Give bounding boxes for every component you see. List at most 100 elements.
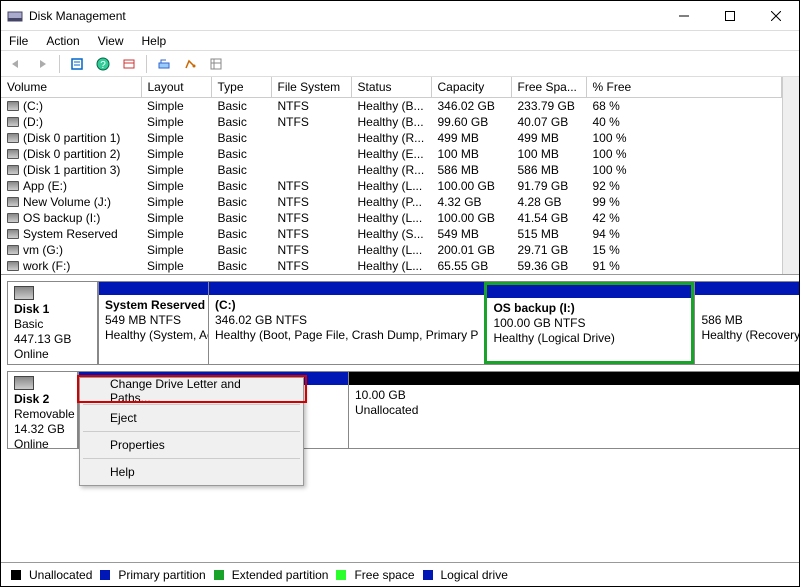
cell-status: Healthy (S...	[351, 226, 431, 242]
menu-file[interactable]: File	[7, 33, 30, 49]
cell-volume: vm (G:)	[23, 243, 63, 257]
action-icon-1[interactable]	[153, 54, 175, 74]
disk1-part-osbackup[interactable]: OS backup (I:) 100.00 GB NTFS Healthy (L…	[484, 282, 694, 364]
forward-icon[interactable]	[31, 54, 53, 74]
disk1-state: Online	[14, 347, 49, 361]
disk1-part-recovery[interactable]: 586 MB Healthy (Recovery Part	[694, 282, 799, 364]
legend-logical: Logical drive	[441, 568, 508, 582]
cell-free: 91.79 GB	[511, 178, 586, 194]
col-status[interactable]: Status	[351, 77, 431, 98]
cell-fs: NTFS	[271, 258, 351, 274]
cell-status: Healthy (L...	[351, 210, 431, 226]
volume-icon	[7, 197, 19, 207]
action-icon-2[interactable]	[179, 54, 201, 74]
disk1-header[interactable]: Disk 1 Basic 447.13 GB Online	[8, 282, 98, 364]
cell-pct: 100 %	[586, 146, 782, 162]
ctx-properties[interactable]: Properties	[82, 434, 301, 456]
disk-icon	[14, 286, 34, 300]
table-row[interactable]: New Volume (J:)SimpleBasicNTFSHealthy (P…	[1, 194, 782, 210]
col-layout[interactable]: Layout	[141, 77, 211, 98]
menu-view[interactable]: View	[96, 33, 126, 49]
col-freespace[interactable]: Free Spa...	[511, 77, 586, 98]
cell-type: Basic	[211, 98, 271, 115]
window-title: Disk Management	[29, 9, 126, 23]
cell-pct: 40 %	[586, 114, 782, 130]
cell-type: Basic	[211, 162, 271, 178]
refresh-icon[interactable]	[66, 54, 88, 74]
cell-fs: NTFS	[271, 210, 351, 226]
col-volume[interactable]: Volume	[1, 77, 141, 98]
ctx-help[interactable]: Help	[82, 461, 301, 483]
cell-fs: NTFS	[271, 178, 351, 194]
table-row[interactable]: OS backup (I:)SimpleBasicNTFSHealthy (L.…	[1, 210, 782, 226]
cell-pct: 100 %	[586, 162, 782, 178]
legend-extended: Extended partition	[232, 568, 329, 582]
cell-type: Basic	[211, 114, 271, 130]
volume-icon	[7, 261, 19, 271]
cell-pct: 42 %	[586, 210, 782, 226]
disk1-part-sysres[interactable]: System Reserved 549 MB NTFS Healthy (Sys…	[98, 282, 208, 364]
table-row[interactable]: App (E:)SimpleBasicNTFSHealthy (L...100.…	[1, 178, 782, 194]
swatch-freespace-icon	[336, 570, 346, 580]
volume-icon	[7, 133, 19, 143]
back-icon[interactable]	[5, 54, 27, 74]
minimize-button[interactable]	[661, 1, 707, 31]
volume-icon	[7, 229, 19, 239]
table-row[interactable]: (D:)SimpleBasicNTFSHealthy (B...99.60 GB…	[1, 114, 782, 130]
table-row[interactable]: (C:)SimpleBasicNTFSHealthy (B...346.02 G…	[1, 98, 782, 115]
cell-capacity: 499 MB	[431, 130, 511, 146]
cell-pct: 100 %	[586, 130, 782, 146]
menu-help[interactable]: Help	[140, 33, 169, 49]
menu-action[interactable]: Action	[44, 33, 81, 49]
cell-layout: Simple	[141, 146, 211, 162]
legend: Unallocated Primary partition Extended p…	[1, 562, 799, 586]
part-size: 346.02 GB NTFS	[215, 313, 307, 327]
cell-status: Healthy (R...	[351, 162, 431, 178]
cell-volume: (Disk 0 partition 1)	[23, 131, 120, 145]
cell-free: 586 MB	[511, 162, 586, 178]
col-pctfree[interactable]: % Free	[586, 77, 782, 98]
help-icon[interactable]: ?	[92, 54, 114, 74]
swatch-unallocated-icon	[11, 570, 21, 580]
cell-capacity: 4.32 GB	[431, 194, 511, 210]
table-row[interactable]: (Disk 0 partition 2)SimpleBasicHealthy (…	[1, 146, 782, 162]
cell-capacity: 100 MB	[431, 146, 511, 162]
close-button[interactable]	[753, 1, 799, 31]
app-icon	[7, 8, 23, 24]
ctx-eject[interactable]: Eject	[82, 407, 301, 429]
col-capacity[interactable]: Capacity	[431, 77, 511, 98]
ctx-change-drive-letter[interactable]: Change Drive Letter and Paths...	[82, 380, 301, 402]
cell-layout: Simple	[141, 210, 211, 226]
table-row[interactable]: work (F:)SimpleBasicNTFSHealthy (L...65.…	[1, 258, 782, 274]
table-row[interactable]: (Disk 0 partition 1)SimpleBasicHealthy (…	[1, 130, 782, 146]
cell-type: Basic	[211, 258, 271, 274]
cell-type: Basic	[211, 242, 271, 258]
table-row[interactable]: (Disk 1 partition 3)SimpleBasicHealthy (…	[1, 162, 782, 178]
col-type[interactable]: Type	[211, 77, 271, 98]
disk2-type: Removable	[14, 407, 75, 421]
disk1-part-c[interactable]: (C:) 346.02 GB NTFS Healthy (Boot, Page …	[208, 282, 484, 364]
disk2-header[interactable]: Disk 2 Removable 14.32 GB Online	[8, 372, 78, 448]
cell-free: 59.36 GB	[511, 258, 586, 274]
col-filesystem[interactable]: File System	[271, 77, 351, 98]
cell-capacity: 100.00 GB	[431, 178, 511, 194]
volumes-scrollbar[interactable]	[782, 77, 799, 274]
cell-volume: (D:)	[23, 115, 43, 129]
disk2-part-unallocated[interactable]: 10.00 GB Unallocated	[348, 372, 799, 448]
legend-freespace: Free space	[354, 568, 414, 582]
maximize-button[interactable]	[707, 1, 753, 31]
cell-fs	[271, 162, 351, 178]
settings-icon[interactable]	[118, 54, 140, 74]
cell-free: 41.54 GB	[511, 210, 586, 226]
table-row[interactable]: System ReservedSimpleBasicNTFSHealthy (S…	[1, 226, 782, 242]
swatch-primary-icon	[100, 570, 110, 580]
cell-free: 100 MB	[511, 146, 586, 162]
titlebar: Disk Management	[1, 1, 799, 31]
volume-icon	[7, 213, 19, 223]
cell-pct: 68 %	[586, 98, 782, 115]
table-row[interactable]: vm (G:)SimpleBasicNTFSHealthy (L...200.0…	[1, 242, 782, 258]
part-name: System Reserved	[105, 298, 205, 312]
cell-free: 4.28 GB	[511, 194, 586, 210]
cell-status: Healthy (P...	[351, 194, 431, 210]
action-icon-3[interactable]	[205, 54, 227, 74]
